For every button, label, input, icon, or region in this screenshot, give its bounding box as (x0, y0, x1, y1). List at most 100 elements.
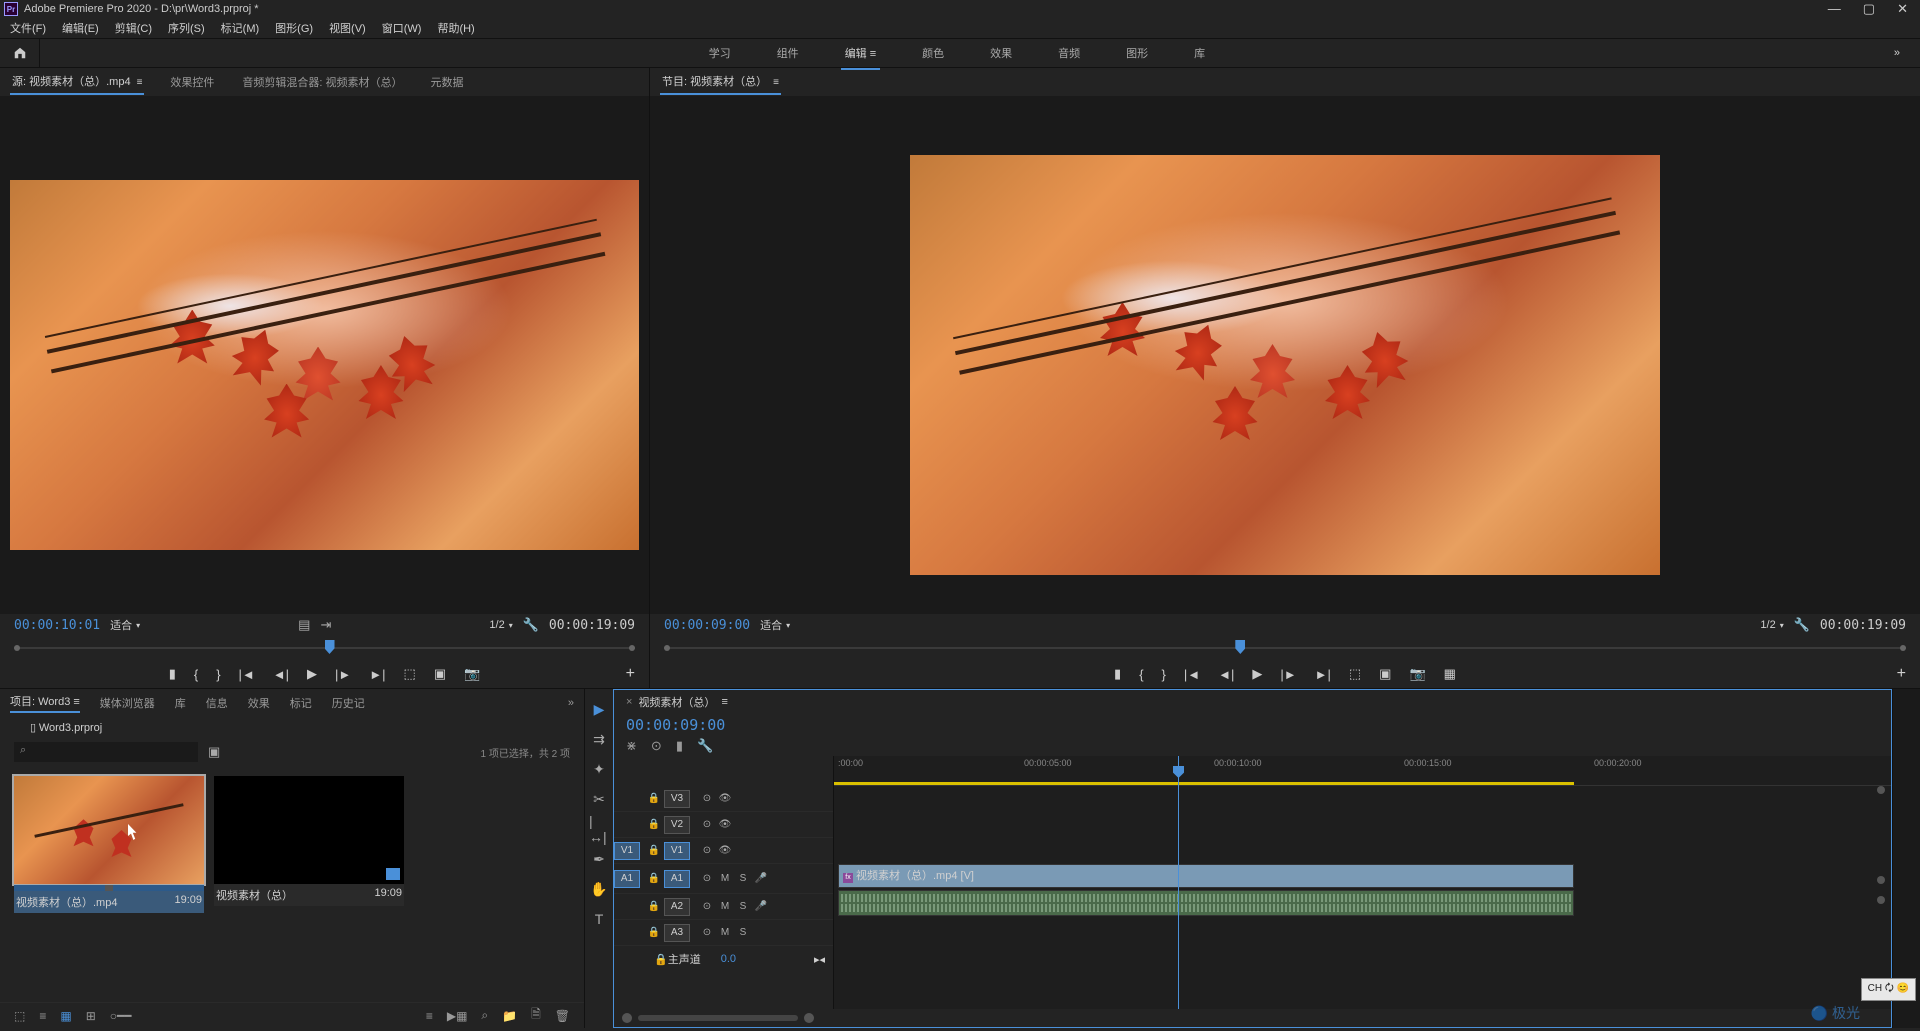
lock-icon[interactable]: 🔒 (644, 927, 664, 938)
track-header-a3[interactable]: 🔒A3 ⊙MS (614, 920, 833, 946)
add-marker-button[interactable]: ▮ (1114, 666, 1121, 682)
track-target[interactable]: V2 (664, 816, 690, 834)
insert-button[interactable]: ⬚ (404, 666, 416, 682)
track-target[interactable]: A3 (664, 924, 690, 942)
mute-button[interactable]: M (716, 927, 734, 938)
linked-selection-button[interactable]: ⊙ (651, 738, 662, 754)
source-timecode-in[interactable]: 00:00:10:01 (14, 618, 100, 633)
playhead[interactable] (1178, 756, 1179, 1009)
lock-icon[interactable]: 🔒 (644, 845, 664, 856)
solo-button[interactable]: S (734, 901, 752, 912)
program-timecode-in[interactable]: 00:00:09:00 (664, 618, 750, 633)
mark-out-button[interactable]: } (1162, 667, 1166, 682)
source-patch[interactable]: V1 (614, 842, 640, 860)
sort-icon[interactable]: ≡ (426, 1009, 433, 1023)
export-frame-button[interactable]: 📷 (1409, 666, 1425, 682)
new-item-button[interactable]: 🗎 (531, 1005, 541, 1026)
lock-icon[interactable]: 🔒 (644, 819, 664, 830)
workspace-graphics[interactable]: 图形 (1122, 39, 1152, 67)
icon-view-button[interactable]: ▦ (60, 1009, 71, 1023)
workspace-menu-icon[interactable]: ≡ (870, 48, 876, 60)
button-editor[interactable]: + (1897, 665, 1906, 683)
workspace-overflow[interactable]: » (1874, 47, 1920, 59)
track-header-v2[interactable]: 🔒V2 ⊙👁 (614, 812, 833, 838)
new-bin-button[interactable]: 📁 (502, 1009, 517, 1023)
tab-libraries[interactable]: 库 (175, 695, 186, 711)
video-clip[interactable]: fx视频素材（总）.mp4 [V] (838, 864, 1574, 888)
slip-tool[interactable]: |↔| (589, 819, 609, 839)
sync-lock-icon[interactable]: ⊙ (698, 873, 716, 884)
button-editor[interactable]: + (626, 665, 635, 683)
program-fit-dropdown[interactable]: 适合 ▾ (760, 617, 790, 633)
source-res-dropdown[interactable]: 1/2 ▾ (489, 619, 512, 631)
type-tool[interactable]: T (589, 909, 609, 929)
track-header-a2[interactable]: 🔒A2⊙MS🎤 (614, 894, 833, 920)
razor-tool[interactable]: ✂ (589, 789, 609, 809)
tab-markers[interactable]: 标记 (290, 695, 312, 711)
mute-button[interactable]: M (716, 901, 734, 912)
menu-file[interactable]: 文件(F) (4, 18, 52, 38)
lift-button[interactable]: ⬚ (1349, 666, 1361, 682)
menu-marker[interactable]: 标记(M) (215, 18, 266, 38)
export-frame-button[interactable]: 📷 (464, 666, 480, 682)
eye-icon[interactable]: 👁 (716, 819, 734, 830)
menu-sequence[interactable]: 序列(S) (162, 18, 211, 38)
step-icon[interactable]: ⇥ (320, 617, 331, 633)
timeline-timecode[interactable]: 00:00:09:00 (614, 714, 834, 736)
freeform-view-button[interactable]: ⊞ (86, 1009, 96, 1023)
close-sequence-button[interactable]: × (626, 696, 632, 708)
workspace-effects[interactable]: 效果 (986, 39, 1016, 67)
tab-effects-panel[interactable]: 效果 (248, 695, 270, 711)
tab-history[interactable]: 历史记 (332, 695, 365, 711)
overwrite-button[interactable]: ▣ (434, 666, 446, 682)
program-res-dropdown[interactable]: 1/2 ▾ (1760, 619, 1783, 631)
asset-thumbnail[interactable]: 视频素材（总）19:09 (214, 776, 404, 906)
tab-media-browser[interactable]: 媒体浏览器 (100, 695, 155, 711)
tab-info[interactable]: 信息 (206, 695, 228, 711)
comparison-view-button[interactable]: ▦ (1444, 666, 1456, 682)
mark-in-button[interactable]: { (1139, 667, 1143, 682)
menu-view[interactable]: 视图(V) (323, 18, 372, 38)
solo-button[interactable]: S (734, 927, 752, 938)
tab-effect-controls[interactable]: 效果控件 (168, 70, 216, 94)
sync-lock-icon[interactable]: ⊙ (698, 819, 716, 830)
sync-lock-icon[interactable]: ⊙ (698, 845, 716, 856)
mark-out-button[interactable]: } (216, 667, 220, 682)
workspace-color[interactable]: 颜色 (918, 39, 948, 67)
tab-project[interactable]: 项目: Word3 ≡ (10, 693, 80, 713)
sync-lock-icon[interactable]: ⊙ (698, 793, 716, 804)
menu-graphics[interactable]: 图形(G) (269, 18, 319, 38)
maximize-button[interactable]: ▢ (1863, 1, 1875, 17)
lock-icon[interactable]: 🔒 (644, 873, 664, 884)
mark-in-button[interactable]: { (194, 667, 198, 682)
automate-to-sequence-button[interactable]: ▶▦ (447, 1009, 468, 1023)
go-to-out-button[interactable]: ►| (1315, 667, 1331, 682)
time-ruler[interactable]: :00:00 00:00:05:00 00:00:10:00 00:00:15:… (834, 756, 1891, 786)
workspace-editing[interactable]: 编辑 ≡ (841, 39, 880, 67)
sync-lock-icon[interactable]: ⊙ (698, 901, 716, 912)
selection-tool[interactable]: ▶ (589, 699, 609, 719)
step-back-button[interactable]: ◄| (273, 667, 289, 682)
timeline-scrollbar[interactable] (614, 1009, 1891, 1027)
sync-lock-icon[interactable]: ⊙ (698, 927, 716, 938)
menu-help[interactable]: 帮助(H) (431, 18, 480, 38)
find-button[interactable]: ⌕ (481, 1008, 488, 1023)
source-monitor[interactable] (0, 96, 649, 614)
go-to-in-button[interactable]: |◄ (1184, 667, 1200, 682)
track-target[interactable]: A1 (664, 870, 690, 888)
track-header-v3[interactable]: 🔒V3⊙👁 (614, 786, 833, 812)
search-input[interactable] (14, 742, 198, 762)
voiceover-button[interactable]: 🎤 (752, 873, 770, 884)
step-back-button[interactable]: ◄| (1218, 667, 1234, 682)
asset-thumbnail[interactable]: 视频素材（总）.mp419:09 (14, 776, 204, 913)
sequence-name[interactable]: 视频素材（总） (638, 694, 715, 710)
program-scrubber[interactable] (664, 636, 1906, 660)
track-header-a1[interactable]: A1🔒A1⊙MS🎤 (614, 864, 833, 894)
go-to-out-button[interactable]: ►| (369, 667, 385, 682)
source-scrubber[interactable] (14, 636, 635, 660)
readonly-toggle[interactable]: ⬚ (14, 1009, 25, 1023)
track-target[interactable]: A2 (664, 898, 690, 916)
tab-program[interactable]: 节目: 视频素材（总）≡ (660, 69, 781, 95)
source-fit-dropdown[interactable]: 适合 ▾ (110, 617, 140, 633)
ripple-edit-tool[interactable]: ✦ (589, 759, 609, 779)
